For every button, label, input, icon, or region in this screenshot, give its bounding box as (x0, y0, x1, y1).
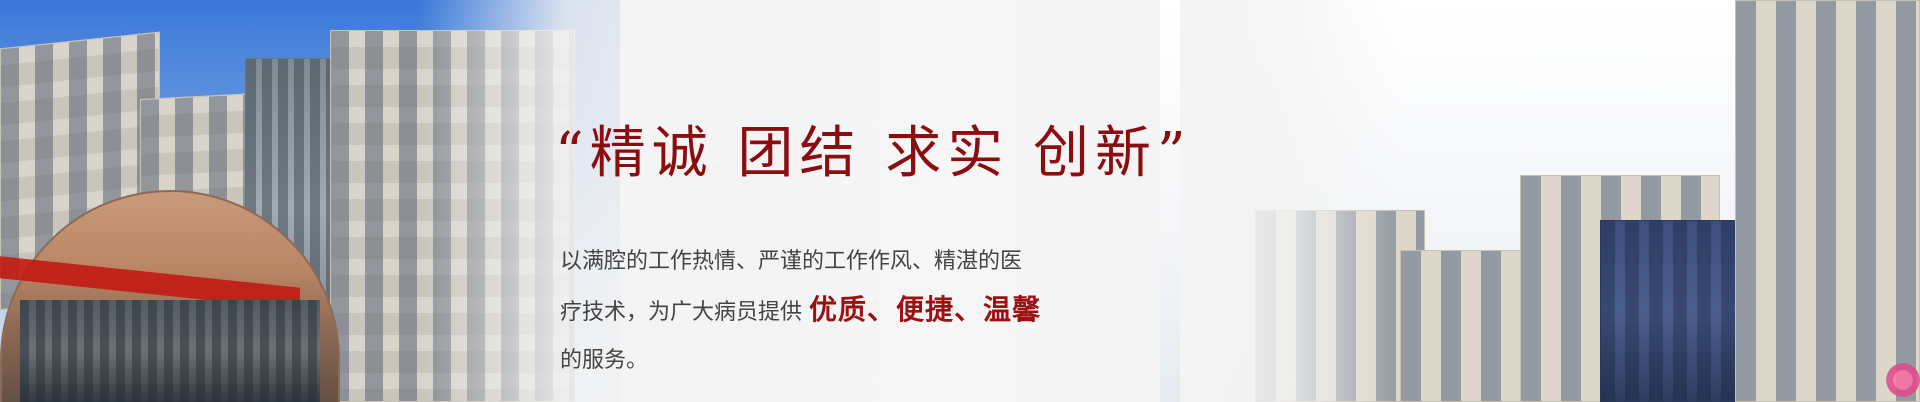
slogan: “精诚 团结 求实 创新” (555, 121, 1192, 186)
fade-right (1180, 0, 1400, 402)
description-line-3: 的服务。 (560, 348, 649, 373)
description: 以满腔的工作热情、严谨的工作作风、精湛的医 疗技术，为广大病员提供 优质、便捷、… (560, 238, 1120, 388)
flower-decoration (1886, 358, 1920, 402)
description-line-2-prefix: 疗技术，为广大病员提供 (560, 300, 809, 325)
description-highlight: 优质、便捷、温馨 (809, 293, 1042, 326)
hero-banner: “精诚 团结 求实 创新” 以满腔的工作热情、严谨的工作作风、精湛的医 疗技术，… (0, 0, 1920, 402)
rotunda-glass (20, 300, 320, 402)
building-right-tall (1735, 0, 1920, 402)
description-line-1: 以满腔的工作热情、严谨的工作作风、精湛的医 (560, 249, 1023, 274)
description-line-2: 疗技术，为广大病员提供 优质、便捷、温馨 (560, 286, 1120, 337)
